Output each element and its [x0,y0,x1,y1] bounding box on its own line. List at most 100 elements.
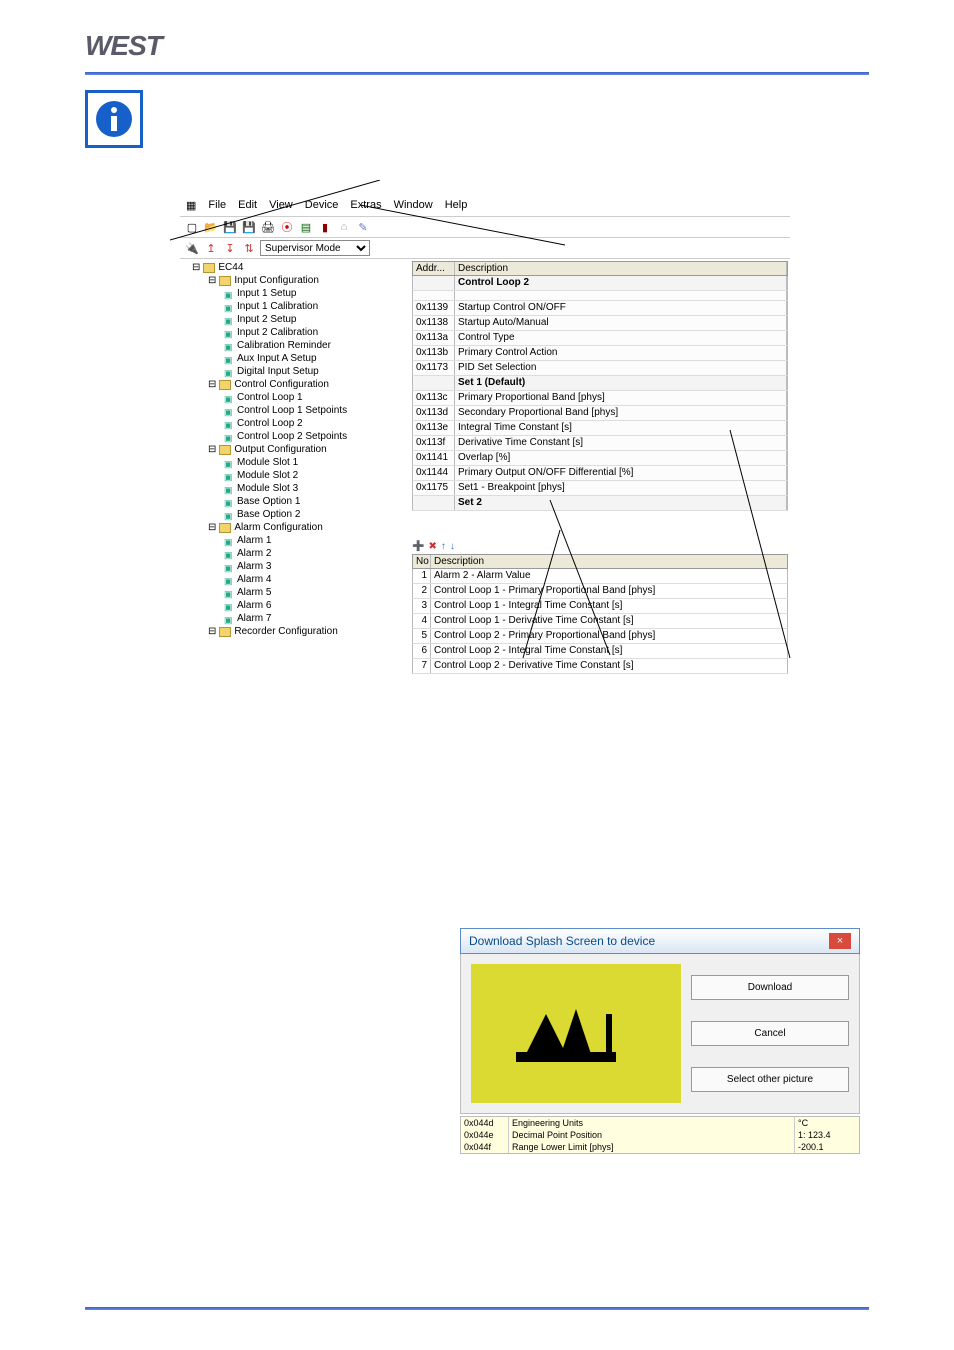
connect-icon[interactable]: 🔌 [184,240,200,256]
menu-device[interactable]: Device [305,199,339,212]
tree-item[interactable]: ▣Base Option 1 [184,495,406,508]
tree-item[interactable]: ▣Control Loop 1 [184,391,406,404]
tree-item[interactable]: ▣Alarm 3 [184,560,406,573]
select-picture-button[interactable]: Select other picture [691,1067,849,1092]
cell-addr: 0x113c [413,391,455,405]
table-row[interactable]: 0x113fDerivative Time Constant [s] [412,436,788,451]
tree-item[interactable]: ▣Input 1 Calibration [184,300,406,313]
delete-row-icon[interactable]: ✖ [428,541,436,552]
table-row[interactable]: 0x1141Overlap [%] [412,451,788,466]
move-up-icon[interactable]: ↑ [441,541,446,552]
tree-item[interactable]: ▣Alarm 7 [184,612,406,625]
expander-icon[interactable]: ⊟ [192,261,200,274]
mode-select[interactable]: Supervisor Mode [260,240,370,256]
cell-desc: Range Lower Limit [phys] [509,1141,795,1153]
expander-icon[interactable]: ⊟ [208,274,216,287]
tree-label: Control Loop 1 [237,391,303,404]
upload-icon[interactable]: ↥ [203,240,219,256]
sync-icon[interactable]: ⇅ [241,240,257,256]
tree-folder[interactable]: ⊟Control Configuration [184,378,406,391]
tree-item[interactable]: ▣Input 2 Calibration [184,326,406,339]
print-icon[interactable]: 🖨 [260,219,276,235]
tree-item[interactable]: ▣Alarm 2 [184,547,406,560]
table-row[interactable]: 3Control Loop 1 - Integral Time Constant… [412,599,788,614]
tree-item[interactable]: ▣Input 2 Setup [184,313,406,326]
menu-edit[interactable]: Edit [238,199,257,212]
table-row[interactable]: 0x1138Startup Auto/Manual [412,316,788,331]
table-row[interactable]: 1Alarm 2 - Alarm Value [412,569,788,584]
sec-col-no[interactable]: No [413,555,431,568]
download-button[interactable]: Download [691,975,849,1000]
save-icon[interactable]: 💾 [222,219,238,235]
add-row-icon[interactable]: ➕ [412,541,424,552]
tree-item[interactable]: ▣Control Loop 1 Setpoints [184,404,406,417]
wizard-icon[interactable]: ✎ [355,219,371,235]
menu-help[interactable]: Help [445,199,468,212]
tree-folder[interactable]: ⊟ Alarm Configuration [184,521,406,534]
download-icon[interactable]: ↧ [222,240,238,256]
col-desc-header[interactable]: Description [455,262,787,275]
table-row[interactable]: 0x1175Set1 - Breakpoint [phys] [412,481,788,496]
tree-label: Input 2 Calibration [237,326,318,339]
set1-header-label: Set 1 (Default) [455,376,787,390]
table-row[interactable]: 4Control Loop 1 - Derivative Time Consta… [412,614,788,629]
tree-item[interactable]: ▣Aux Input A Setup [184,352,406,365]
expander-icon[interactable]: ⊟ [208,625,216,638]
tree-item[interactable]: ▣Control Loop 2 Setpoints [184,430,406,443]
expander-icon[interactable]: ⊟ [208,443,216,456]
tree-item[interactable]: ▣Base Option 2 [184,508,406,521]
table-row[interactable]: 0x113eIntegral Time Constant [s] [412,421,788,436]
menu-view[interactable]: View [269,199,293,212]
move-down-icon[interactable]: ↓ [450,541,455,552]
stop-icon[interactable]: ⦿ [279,219,295,235]
tree-folder[interactable]: ⊟Input Configuration [184,274,406,287]
save-all-icon[interactable]: 💾 [241,219,257,235]
tree-label: Alarm Configuration [234,521,322,534]
table-row[interactable]: 7Control Loop 2 - Derivative Time Consta… [412,659,788,674]
expander-icon[interactable]: ⊟ [208,521,216,534]
tree-folder[interactable]: ⊟Output Configuration [184,443,406,456]
list-icon[interactable]: ▤ [298,219,314,235]
table-row[interactable]: 0x1139Startup Control ON/OFF [412,301,788,316]
sec-col-desc[interactable]: Description [431,555,787,568]
table-row[interactable]: 0x113aControl Type [412,331,788,346]
chip-icon[interactable]: ▮ [317,219,333,235]
menu-extras[interactable]: Extras [350,199,381,212]
menu-window[interactable]: Window [394,199,433,212]
table-row[interactable]: 6Control Loop 2 - Integral Time Constant… [412,644,788,659]
expander-icon[interactable]: ⊟ [208,378,216,391]
tree-item[interactable]: ▣Alarm 4 [184,573,406,586]
table-row[interactable]: 0x113bPrimary Control Action [412,346,788,361]
tree-item[interactable]: ▣Alarm 5 [184,586,406,599]
tree-item[interactable]: ▣Module Slot 2 [184,469,406,482]
tree-item[interactable]: ▣Digital Input Setup [184,365,406,378]
cell-no: 4 [413,614,431,628]
open-icon[interactable]: 📂 [203,219,219,235]
tree-item[interactable]: ▣Calibration Reminder [184,339,406,352]
tree-item[interactable]: ⊟EC44 [184,261,406,274]
table-row[interactable]: 5Control Loop 2 - Primary Proportional B… [412,629,788,644]
cell-addr: 0x044d [461,1117,509,1129]
parameter-pane: Addr... Description Control Loop 2 0x113… [410,259,790,659]
tree-item[interactable]: ▣Alarm 1 [184,534,406,547]
table-row[interactable]: 2Control Loop 1 - Primary Proportional B… [412,584,788,599]
tree-item[interactable]: ▣Module Slot 1 [184,456,406,469]
tree-item[interactable]: ▣Alarm 6 [184,599,406,612]
tree-pane[interactable]: ⊟EC44⊟Input Configuration▣Input 1 Setup▣… [180,259,410,659]
cancel-button[interactable]: Cancel [691,1021,849,1046]
new-icon[interactable]: ▢ [184,219,200,235]
tree-item[interactable]: ▣Input 1 Setup [184,287,406,300]
set1-header: Set 1 (Default) [412,376,788,391]
menu-file[interactable]: File [208,199,226,212]
close-icon[interactable]: × [829,933,851,949]
table-row[interactable]: 0x113cPrimary Proportional Band [phys] [412,391,788,406]
table-row[interactable]: 0x113dSecondary Proportional Band [phys] [412,406,788,421]
tree-item[interactable]: ▣Module Slot 3 [184,482,406,495]
table-row[interactable]: 0x1173PID Set Selection [412,361,788,376]
table-row[interactable]: 0x1144Primary Output ON/OFF Differential… [412,466,788,481]
home-icon[interactable]: ⌂ [336,219,352,235]
cell-desc: Derivative Time Constant [s] [455,436,787,450]
tree-item[interactable]: ▣Control Loop 2 [184,417,406,430]
col-addr-header[interactable]: Addr... [413,262,455,275]
tree-folder[interactable]: ⊟Recorder Configuration [184,625,406,638]
